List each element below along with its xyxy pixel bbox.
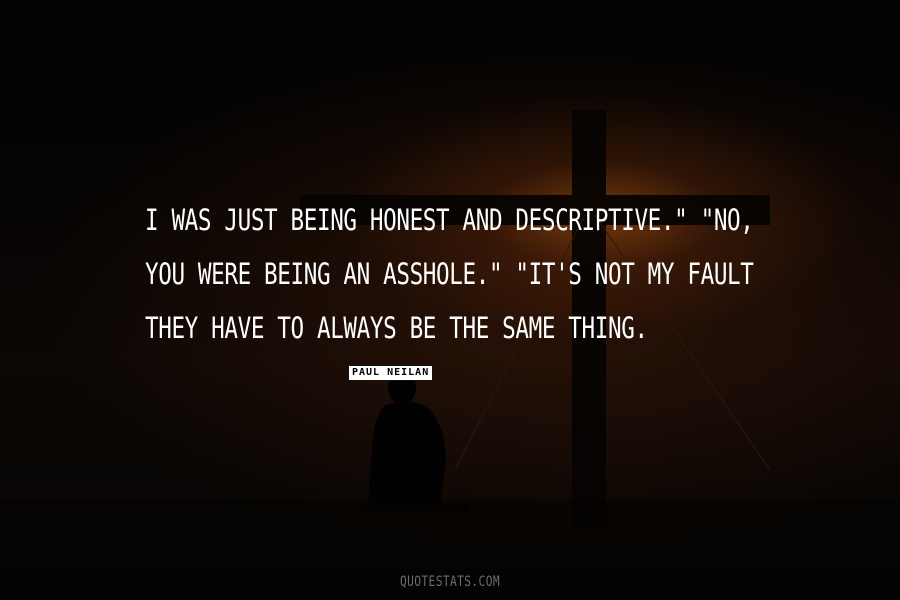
quote-line: they have to always be the same thing.: [145, 311, 648, 345]
quote-text: I was just being honest and descriptive.…: [145, 193, 754, 355]
quote-line: you were being an asshole." "It's not my…: [145, 257, 754, 291]
author-label: Paul Neilan: [348, 365, 434, 381]
kneeling-figure-silhouette: [360, 372, 470, 512]
quote-image: I was just being honest and descriptive.…: [0, 0, 900, 600]
watermark-text[interactable]: QUOTESTATS.COM: [90, 574, 810, 590]
quote-line: I was just being honest and descriptive.…: [145, 203, 754, 237]
